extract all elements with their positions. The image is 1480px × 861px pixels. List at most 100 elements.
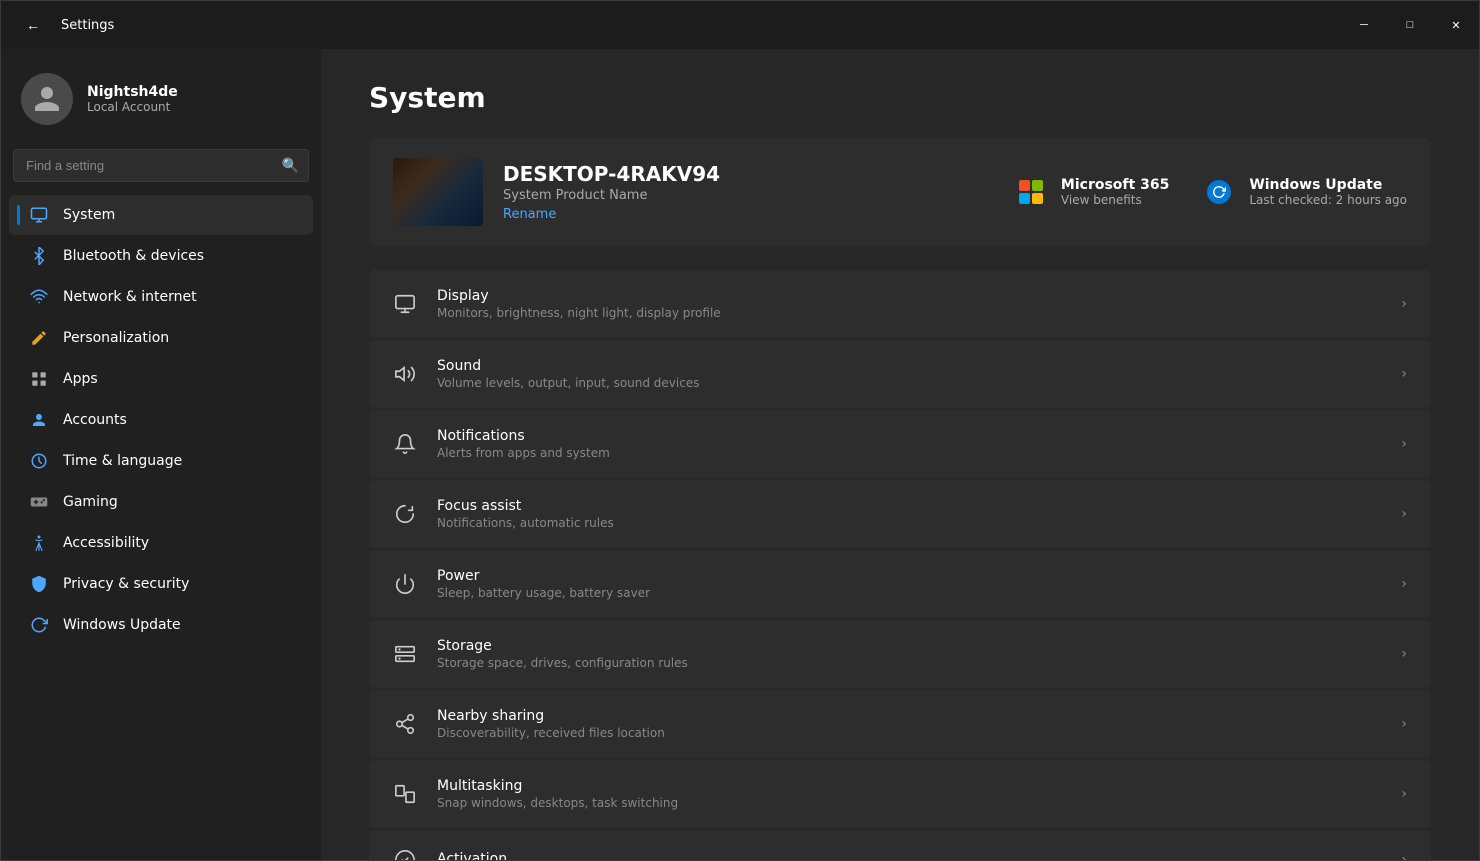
titlebar: ← Settings ─ □ ✕ (1, 1, 1479, 49)
update-action[interactable]: Windows Update Last checked: 2 hours ago (1201, 174, 1407, 210)
settings-item-power[interactable]: Power Sleep, battery usage, battery save… (369, 550, 1431, 618)
chevron-icon: › (1401, 436, 1407, 452)
settings-item-nearby[interactable]: Nearby sharing Discoverability, received… (369, 690, 1431, 758)
sidebar-item-personalization[interactable]: Personalization (9, 318, 313, 358)
ms365-text: Microsoft 365 View benefits (1061, 177, 1169, 207)
sidebar-item-label: Time & language (63, 453, 182, 469)
multitasking-icon (393, 782, 417, 806)
user-profile[interactable]: Nightsh4de Local Account (1, 57, 321, 145)
chevron-icon: › (1401, 786, 1407, 802)
device-subtitle: System Product Name (503, 188, 993, 203)
update-subtitle: Last checked: 2 hours ago (1249, 193, 1407, 207)
nearby-text: Nearby sharing Discoverability, received… (437, 708, 1381, 740)
main-content: System DESKTOP-4RAKV94 System Product Na… (321, 49, 1479, 860)
sidebar-item-label: Gaming (63, 494, 118, 510)
ms365-action[interactable]: Microsoft 365 View benefits (1013, 174, 1169, 210)
username: Nightsh4de (87, 84, 178, 100)
notifications-icon (393, 432, 417, 456)
notifications-title: Notifications (437, 428, 1381, 444)
multitasking-title: Multitasking (437, 778, 1381, 794)
power-desc: Sleep, battery usage, battery saver (437, 586, 1381, 600)
sidebar: Nightsh4de Local Account 🔍 System (1, 49, 321, 860)
settings-item-sound[interactable]: Sound Volume levels, output, input, soun… (369, 340, 1431, 408)
nav-list: System Bluetooth & devices Network & int… (1, 194, 321, 646)
rename-link[interactable]: Rename (503, 207, 556, 222)
sidebar-item-gaming[interactable]: Gaming (9, 482, 313, 522)
multitasking-desc: Snap windows, desktops, task switching (437, 796, 1381, 810)
ms365-title: Microsoft 365 (1061, 177, 1169, 193)
back-button[interactable]: ← (17, 9, 49, 41)
settings-item-notifications[interactable]: Notifications Alerts from apps and syste… (369, 410, 1431, 478)
sidebar-item-label: Privacy & security (63, 576, 189, 592)
update-text: Windows Update Last checked: 2 hours ago (1249, 177, 1407, 207)
settings-item-multitasking[interactable]: Multitasking Snap windows, desktops, tas… (369, 760, 1431, 828)
privacy-icon (29, 574, 49, 594)
settings-item-activation[interactable]: Activation › (369, 830, 1431, 860)
storage-text: Storage Storage space, drives, configura… (437, 638, 1381, 670)
device-actions: Microsoft 365 View benefits Windows Upda (1013, 174, 1407, 210)
time-icon (29, 451, 49, 471)
avatar (21, 73, 73, 125)
power-icon (393, 572, 417, 596)
gaming-icon (29, 492, 49, 512)
chevron-icon: › (1401, 646, 1407, 662)
sidebar-item-label: Windows Update (63, 617, 181, 633)
settings-list: Display Monitors, brightness, night ligh… (369, 270, 1431, 860)
content-area: Nightsh4de Local Account 🔍 System (1, 49, 1479, 860)
user-icon (32, 84, 62, 114)
device-name: DESKTOP-4RAKV94 (503, 162, 993, 186)
nearby-icon (393, 712, 417, 736)
sidebar-item-privacy[interactable]: Privacy & security (9, 564, 313, 604)
bluetooth-icon (29, 246, 49, 266)
sound-title: Sound (437, 358, 1381, 374)
activation-icon (393, 848, 417, 860)
focus-title: Focus assist (437, 498, 1381, 514)
device-info: DESKTOP-4RAKV94 System Product Name Rena… (503, 162, 993, 222)
window-title: Settings (61, 18, 114, 33)
update-title: Windows Update (1249, 177, 1407, 193)
sidebar-item-apps[interactable]: Apps (9, 359, 313, 399)
ms365-subtitle: View benefits (1061, 193, 1169, 207)
storage-icon (393, 642, 417, 666)
close-button[interactable]: ✕ (1433, 1, 1479, 49)
activation-text: Activation (437, 851, 1381, 860)
accounts-icon (29, 410, 49, 430)
sidebar-item-label: Accounts (63, 412, 127, 428)
chevron-icon: › (1401, 576, 1407, 592)
sidebar-item-time[interactable]: Time & language (9, 441, 313, 481)
update-refresh-icon (1201, 174, 1237, 210)
chevron-icon: › (1401, 506, 1407, 522)
device-image (393, 158, 483, 226)
chevron-icon: › (1401, 296, 1407, 312)
sidebar-item-label: System (63, 207, 115, 223)
ms365-icon (1013, 174, 1049, 210)
settings-window: ← Settings ─ □ ✕ Nightsh4de Local Accoun… (0, 0, 1480, 861)
personalization-icon (29, 328, 49, 348)
display-text: Display Monitors, brightness, night ligh… (437, 288, 1381, 320)
search-input[interactable] (13, 149, 309, 182)
sidebar-item-network[interactable]: Network & internet (9, 277, 313, 317)
sound-icon (393, 362, 417, 386)
settings-item-storage[interactable]: Storage Storage space, drives, configura… (369, 620, 1431, 688)
sidebar-item-system[interactable]: System (9, 195, 313, 235)
sidebar-item-accessibility[interactable]: Accessibility (9, 523, 313, 563)
page-title: System (369, 81, 1431, 114)
minimize-button[interactable]: ─ (1341, 1, 1387, 49)
account-type: Local Account (87, 100, 178, 114)
focus-desc: Notifications, automatic rules (437, 516, 1381, 530)
notifications-desc: Alerts from apps and system (437, 446, 1381, 460)
power-title: Power (437, 568, 1381, 584)
sidebar-item-bluetooth[interactable]: Bluetooth & devices (9, 236, 313, 276)
focus-text: Focus assist Notifications, automatic ru… (437, 498, 1381, 530)
sidebar-item-accounts[interactable]: Accounts (9, 400, 313, 440)
settings-item-focus[interactable]: Focus assist Notifications, automatic ru… (369, 480, 1431, 548)
sidebar-item-label: Bluetooth & devices (63, 248, 204, 264)
maximize-button[interactable]: □ (1387, 1, 1433, 49)
sidebar-item-update[interactable]: Windows Update (9, 605, 313, 645)
settings-item-display[interactable]: Display Monitors, brightness, night ligh… (369, 270, 1431, 338)
sidebar-item-label: Network & internet (63, 289, 197, 305)
sidebar-item-label: Apps (63, 371, 98, 387)
window-controls: ─ □ ✕ (1341, 1, 1479, 49)
sidebar-item-label: Personalization (63, 330, 169, 346)
multitasking-text: Multitasking Snap windows, desktops, tas… (437, 778, 1381, 810)
